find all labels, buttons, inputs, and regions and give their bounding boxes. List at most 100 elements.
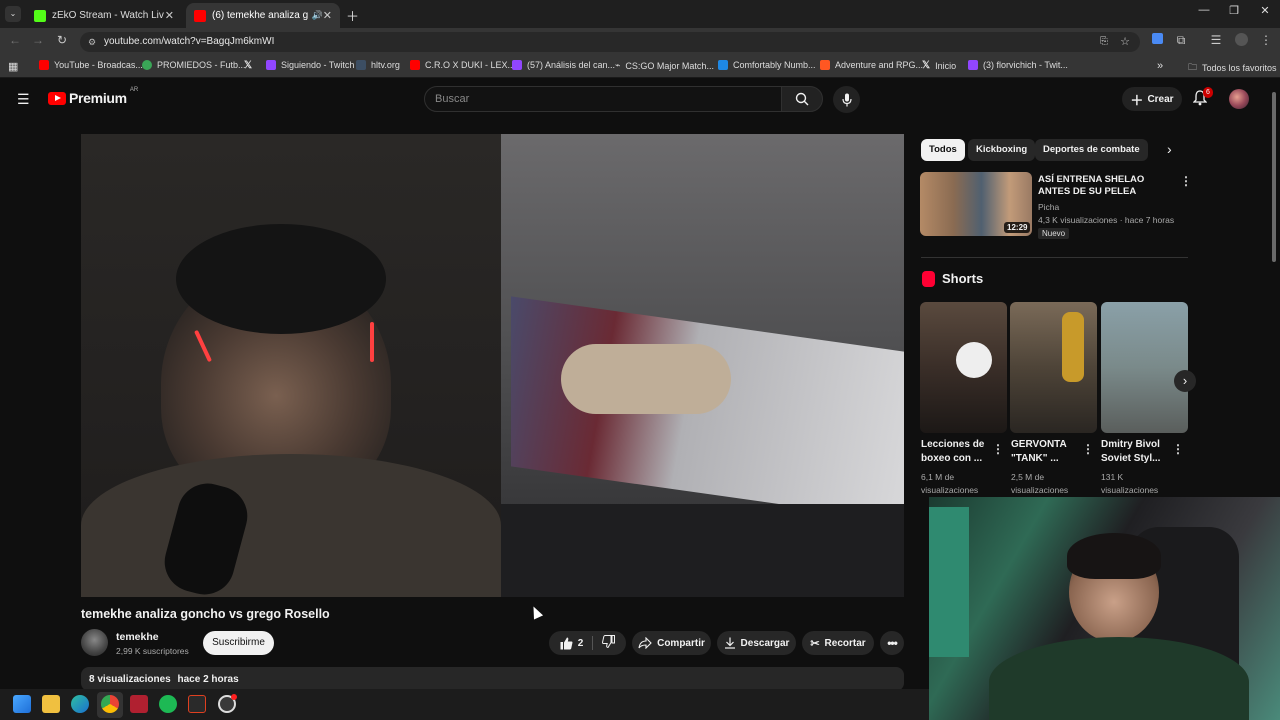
- youtube-premium-logo[interactable]: Premium AR: [48, 87, 138, 106]
- download-button[interactable]: Descargar: [717, 631, 796, 655]
- short-title[interactable]: Lecciones de boxeo con ...: [921, 438, 991, 466]
- link-icon: ⌁: [615, 60, 621, 70]
- extensions-puzzle-icon[interactable]: ⧉: [1172, 33, 1190, 48]
- chrome-icon[interactable]: [101, 695, 119, 713]
- new-tab-button[interactable]: ＋: [346, 6, 359, 25]
- install-app-icon[interactable]: ⎘: [1100, 32, 1108, 52]
- short-thumbnail[interactable]: [1010, 302, 1097, 433]
- file-explorer-icon[interactable]: [42, 695, 60, 713]
- subscribe-button[interactable]: Suscribirme: [203, 631, 274, 655]
- hamburger-menu-icon[interactable]: ☰: [17, 91, 30, 108]
- create-label: Crear: [1147, 93, 1174, 105]
- more-actions-button[interactable]: •••: [880, 631, 904, 655]
- more-vertical-icon[interactable]: ⋮: [992, 442, 1004, 456]
- hair-shape: [176, 224, 386, 334]
- extension-icon[interactable]: [1148, 33, 1166, 47]
- shorts-next-button[interactable]: ›: [1174, 370, 1196, 392]
- bookmark-item[interactable]: 𝕏 Inicio: [922, 60, 956, 71]
- windows-start-icon[interactable]: [13, 695, 31, 713]
- chips-next-icon[interactable]: ›: [1167, 141, 1172, 157]
- more-vertical-icon[interactable]: ⋮: [1180, 174, 1192, 188]
- restore-icon[interactable]: ❐: [1219, 4, 1249, 17]
- recommended-title[interactable]: ASÍ ENTRENA SHELAO ANTES DE SU PELEA: [1038, 174, 1173, 198]
- channel-avatar[interactable]: [81, 629, 108, 656]
- youtube-icon: [39, 60, 49, 70]
- floor-shape: [501, 504, 904, 597]
- bookmark-label: C.R.O X DUKI - LEX...: [425, 60, 516, 70]
- twitch-icon: [266, 60, 276, 70]
- bookmark-item[interactable]: hltv.org: [356, 60, 400, 70]
- bookmark-item[interactable]: (3) florvichich - Twit...: [968, 60, 1068, 70]
- chip-combat-sports[interactable]: Deportes de combate: [1035, 139, 1148, 161]
- close-tab-icon[interactable]: ✕: [323, 9, 332, 22]
- chrome-menu-icon[interactable]: ⋮: [1257, 33, 1275, 47]
- channel-name[interactable]: temekhe: [116, 631, 159, 643]
- more-vertical-icon[interactable]: ⋮: [1172, 442, 1184, 456]
- description-box[interactable]: 8 visualizaciones hace 2 horas: [81, 667, 904, 691]
- bookmark-label: hltv.org: [371, 60, 400, 70]
- bookmark-item[interactable]: ⌁ CS:GO Major Match...: [615, 60, 714, 71]
- bookmark-item[interactable]: YouTube - Broadcas...: [39, 60, 143, 70]
- upload-time: hace 2 horas: [177, 674, 239, 685]
- browser-tab-kick[interactable]: zEkO Stream - Watch Live on K ✕: [26, 3, 182, 28]
- bookmark-item[interactable]: PROMIEDOS - Futb...: [142, 60, 246, 70]
- editor-icon[interactable]: [188, 695, 206, 713]
- page-scrollbar[interactable]: [1272, 92, 1276, 262]
- back-icon[interactable]: ←: [6, 33, 24, 47]
- account-avatar[interactable]: [1229, 89, 1249, 109]
- video-title: temekhe analiza goncho vs grego Rosello: [81, 607, 330, 621]
- shorts-heading: Shorts: [942, 271, 984, 286]
- spotify-icon[interactable]: [159, 695, 177, 713]
- address-bar[interactable]: ⚙ youtube.com/watch?v=BagqJm6kmWI ⎘ ☆: [80, 32, 1140, 52]
- minimize-icon[interactable]: —: [1189, 4, 1219, 16]
- audio-playing-icon[interactable]: 🔊: [312, 10, 323, 21]
- dislike-button[interactable]: [602, 635, 616, 651]
- reload-icon[interactable]: ↻: [53, 33, 71, 47]
- share-button[interactable]: Compartir: [632, 631, 711, 655]
- more-bookmarks-icon[interactable]: »: [1157, 60, 1163, 72]
- short-thumbnail[interactable]: [1101, 302, 1188, 433]
- like-button[interactable]: 2: [560, 637, 583, 650]
- bookmark-label: (57) Análisis del can...: [527, 60, 616, 70]
- bookmark-star-icon[interactable]: ☆: [1120, 32, 1130, 52]
- search-button[interactable]: [781, 86, 823, 112]
- tab-search-icon[interactable]: ⌄: [5, 6, 21, 22]
- video-player[interactable]: [81, 134, 904, 597]
- bookmark-item[interactable]: (57) Análisis del can...: [512, 60, 615, 70]
- chip-kickboxing[interactable]: Kickboxing: [968, 139, 1036, 161]
- short-title[interactable]: GERVONTA "TANK" ...: [1011, 438, 1081, 466]
- bookmark-item-x[interactable]: 𝕏: [244, 60, 252, 71]
- voice-search-button[interactable]: [833, 86, 860, 113]
- notifications-button[interactable]: 6: [1192, 87, 1213, 111]
- twitch-icon: [512, 60, 522, 70]
- close-tab-icon[interactable]: ✕: [165, 9, 174, 22]
- apps-grid-icon[interactable]: ▦: [8, 60, 18, 73]
- short-views: 6,1 M de visualizaciones: [921, 472, 979, 495]
- edge-icon[interactable]: [71, 695, 89, 713]
- bookmark-item[interactable]: Comfortably Numb...: [718, 60, 816, 70]
- more-vertical-icon[interactable]: ⋮: [1082, 442, 1094, 456]
- browser-tab-youtube[interactable]: (6) temekhe analiza goncho 🔊 ✕: [186, 3, 340, 28]
- recommended-channel[interactable]: Picha: [1038, 202, 1059, 212]
- app-icon[interactable]: [130, 695, 148, 713]
- close-window-icon[interactable]: ✕: [1250, 4, 1280, 17]
- short-title[interactable]: Dmitry Bivol Soviet Styl...: [1101, 438, 1171, 466]
- media-controls-icon[interactable]: ☰: [1207, 33, 1225, 47]
- all-bookmarks-folder[interactable]: 🗀 Todos los favoritos: [1188, 60, 1277, 76]
- profile-avatar-icon[interactable]: [1232, 33, 1250, 49]
- clip-button[interactable]: ✂ Recortar: [802, 631, 874, 655]
- boxing-glove-shape: [956, 342, 992, 378]
- logo-text: Premium: [69, 90, 127, 106]
- scissors-icon: ✂: [810, 637, 820, 650]
- site-info-icon[interactable]: ⚙: [88, 32, 96, 52]
- short-thumbnail[interactable]: [920, 302, 1007, 433]
- chip-all[interactable]: Todos: [921, 139, 965, 161]
- bookmark-item[interactable]: Siguiendo - Twitch: [266, 60, 354, 70]
- forward-icon[interactable]: →: [29, 33, 47, 47]
- bookmark-item[interactable]: C.R.O X DUKI - LEX...: [410, 60, 515, 70]
- bookmark-item[interactable]: Adventure and RPG...: [820, 60, 923, 70]
- create-button[interactable]: ＋ Crear: [1122, 87, 1182, 111]
- search-input[interactable]: Buscar: [424, 86, 782, 112]
- punching-bag-shape: [1062, 312, 1084, 382]
- recording-dot-icon: [231, 694, 237, 700]
